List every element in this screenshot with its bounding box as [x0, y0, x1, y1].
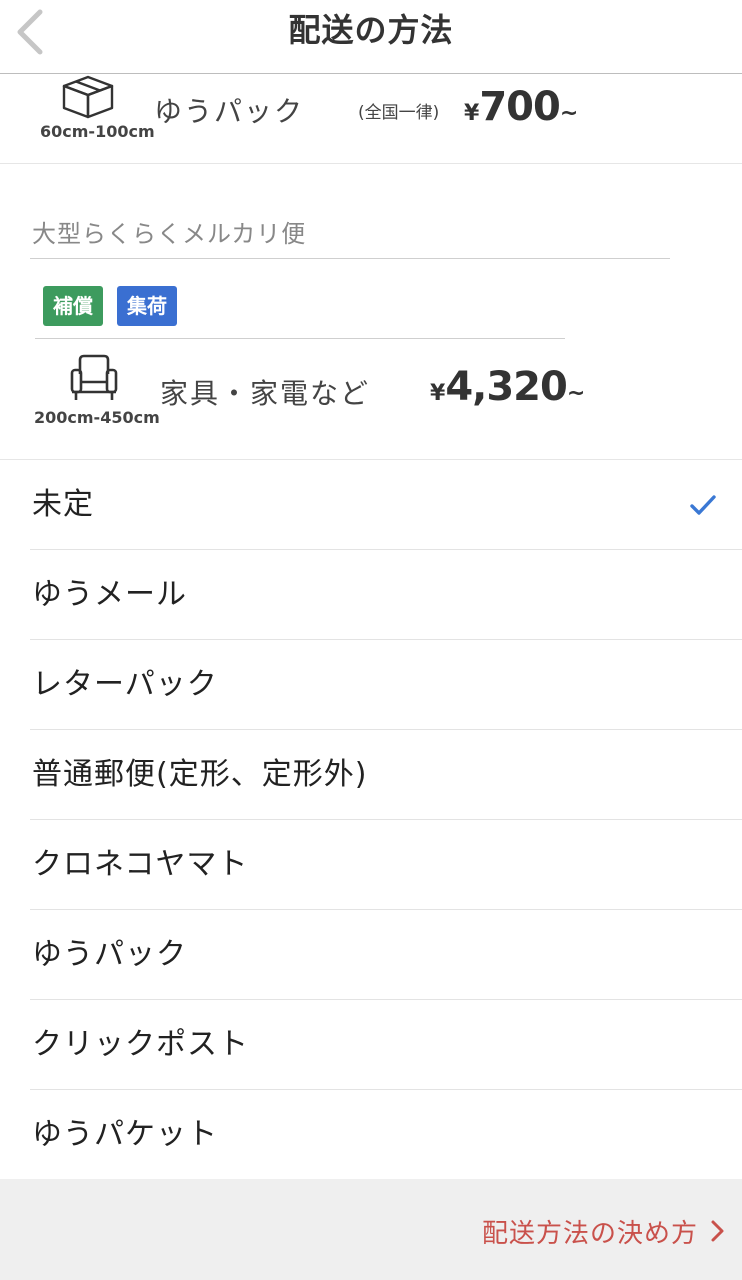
page-title: 配送の方法 [288, 11, 454, 49]
option-undecided[interactable]: 未定 [0, 460, 742, 550]
divider [30, 258, 670, 259]
box-icon [62, 75, 114, 119]
option-letterpack[interactable]: レターパック [0, 640, 742, 730]
price-suffix: ~ [566, 381, 586, 406]
footer-bar: 配送方法の決め方 [0, 1179, 742, 1280]
option-label: ゆうパック [32, 937, 187, 972]
option-label: クリックポスト [32, 1027, 249, 1062]
chevron-right-icon[interactable] [708, 1217, 728, 1245]
yupack-price: ¥700~ [464, 84, 578, 130]
option-label: クロネコヤマト [32, 847, 249, 882]
option-regular-mail[interactable]: 普通郵便(定形、定形外) [0, 730, 742, 820]
large-section-title: 大型らくらくメルカリ便 [32, 220, 307, 248]
badge-pickup: 集荷 [117, 286, 177, 326]
option-label: 未定 [32, 487, 94, 522]
large-name: 家具・家電など [160, 377, 371, 410]
option-yupacket[interactable]: ゆうパケット [0, 1090, 742, 1180]
large-size-label: 200cm-450cm [34, 408, 160, 427]
price-suffix: ~ [559, 101, 579, 126]
yupack-size-label: 60cm-100cm [40, 122, 155, 141]
checkmark-icon [690, 495, 716, 515]
option-label: レターパック [32, 667, 218, 702]
currency-symbol: ¥ [464, 101, 480, 126]
option-yupack[interactable]: ゆうパック [0, 910, 742, 1000]
yupack-name: ゆうパック [154, 95, 305, 128]
nav-header: 配送の方法 [0, 0, 742, 74]
currency-symbol: ¥ [430, 381, 446, 406]
large-price: ¥4,320~ [430, 364, 585, 410]
price-value: 700 [479, 84, 560, 130]
option-label: ゆうメール [32, 577, 187, 612]
yupack-option-row[interactable]: 60cm-100cm ゆうパック (全国一律) ¥700~ [0, 74, 742, 164]
yupack-note: (全国一律) [358, 103, 440, 123]
option-yumail[interactable]: ゆうメール [0, 550, 742, 640]
option-label: ゆうパケット [32, 1117, 218, 1152]
option-label: 普通郵便(定形、定形外) [32, 757, 368, 792]
option-clickpost[interactable]: クリックポスト [0, 1000, 742, 1090]
option-kuroneko-yamato[interactable]: クロネコヤマト [0, 820, 742, 910]
armchair-icon [70, 354, 118, 400]
divider [35, 338, 565, 339]
how-to-choose-link[interactable]: 配送方法の決め方 [482, 1213, 698, 1250]
badge-compensation: 補償 [43, 286, 103, 326]
price-value: 4,320 [445, 364, 568, 410]
